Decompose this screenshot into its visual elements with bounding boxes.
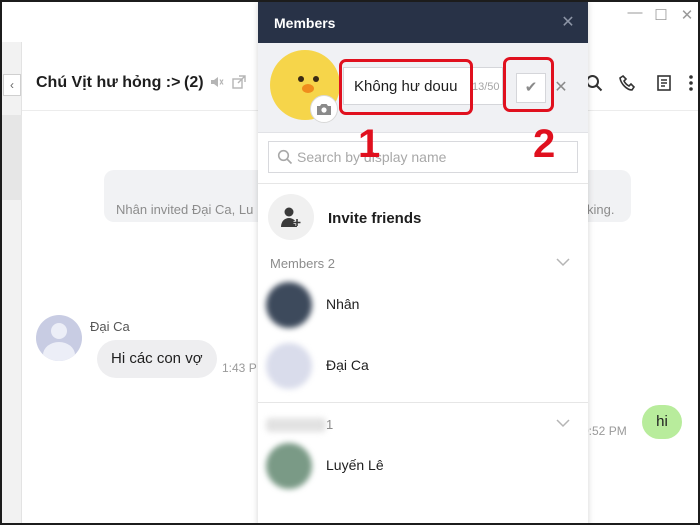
message-sender: Đại Ca (90, 319, 130, 334)
member-row[interactable]: Đại Ca (258, 339, 588, 395)
camera-icon[interactable] (310, 95, 338, 123)
annotation-number-1: 1 (358, 122, 381, 166)
cancel-name-button[interactable]: ✕ (552, 76, 570, 100)
close-panel-icon[interactable]: ✕ (558, 12, 578, 32)
chat-member-count: (2) (184, 74, 204, 91)
member-name: Luyến Lê (326, 457, 384, 473)
avatar (266, 282, 312, 328)
member-row[interactable]: Luyến Lê (258, 439, 588, 495)
avatar (266, 343, 312, 389)
member-row[interactable]: Nhân (258, 278, 588, 334)
system-notice-text: Nhân invited Đại Ca, Lu (116, 202, 254, 217)
member-search-input[interactable] (297, 144, 567, 170)
chat-list-strip (2, 42, 22, 523)
message-bubble-outgoing[interactable]: hi (642, 405, 682, 439)
phone-icon[interactable] (618, 74, 638, 94)
avatar[interactable] (36, 315, 82, 361)
section-label-members: Members 2 (270, 256, 336, 271)
invite-friends-label: Invite friends (328, 210, 422, 227)
close-icon[interactable]: ✕ (676, 6, 698, 24)
chat-title: Chú Vịt hư hỏng :> (36, 74, 181, 91)
notes-icon[interactable] (654, 74, 674, 94)
divider (258, 402, 588, 403)
char-counter: 13/50 (472, 81, 500, 93)
mute-icon[interactable] (208, 74, 226, 92)
chevron-down-icon[interactable] (555, 417, 571, 431)
maximize-icon[interactable]: ☐ (650, 6, 672, 24)
divider (258, 183, 588, 184)
chevron-down-icon[interactable] (555, 256, 571, 270)
invite-icon-circle (268, 194, 314, 240)
blurred-section-name (266, 418, 326, 432)
members-panel-header: Members ✕ (258, 2, 588, 43)
member-search[interactable] (268, 141, 578, 173)
annotation-box-confirm (503, 57, 554, 112)
add-person-icon (281, 207, 301, 227)
message-bubble-incoming[interactable]: Hi các con vợ (97, 340, 217, 378)
avatar (266, 443, 312, 489)
system-notice-text-end: king. (587, 202, 615, 217)
minimize-icon[interactable]: — (624, 4, 646, 21)
member-name: Đại Ca (326, 357, 369, 373)
section-label-count: 1 (326, 417, 334, 432)
app-window: — ☐ ✕ ‹ Chú Vịt hư hỏng :> (2) Nhân invi… (0, 0, 700, 525)
back-arrow-icon[interactable]: ‹ (3, 74, 21, 96)
member-name: Nhân (326, 296, 360, 312)
message-time-outgoing: 0:52 PM (582, 424, 627, 438)
more-options-icon[interactable] (686, 74, 696, 94)
panel-title: Members (274, 15, 336, 31)
annotation-number-2: 2 (533, 122, 556, 166)
popout-icon[interactable] (230, 74, 248, 92)
search-icon (277, 149, 293, 165)
invite-friends-item[interactable]: Invite friends (258, 190, 588, 246)
message-time: 1:43 P (222, 361, 257, 375)
annotation-box-group-name (339, 59, 473, 115)
